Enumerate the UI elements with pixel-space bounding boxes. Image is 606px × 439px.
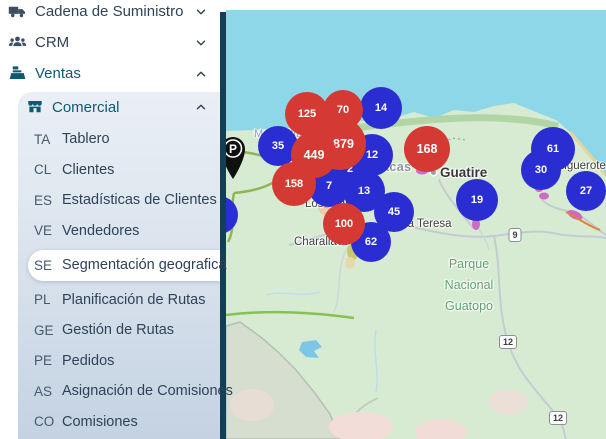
pin-letter: P — [229, 142, 237, 156]
item-label: Segmentación geografica — [62, 257, 226, 273]
cluster-layer: 3514125701213721879449158168613027194562… — [226, 0, 606, 439]
sidebar-item-ventas[interactable]: Ventas — [0, 58, 220, 89]
item-code: TA — [34, 132, 55, 147]
item-label: Clientes — [62, 162, 114, 178]
sidebar-item-crm[interactable]: CRM — [0, 27, 220, 58]
submenu-list: TA Tablero CL Clientes ES Estadísticas de Cli… — [18, 122, 220, 437]
sidebar-item-gesti-n-de-rutas[interactable]: GE Gestión de Rutas — [28, 315, 220, 346]
sidebar-item-segmentaci-n-geografica[interactable]: SESegmentación geografica — [28, 250, 220, 281]
item-label: Tablero — [62, 131, 110, 147]
chevron-up-icon — [194, 67, 208, 81]
sidebar-item-asignaci-n-de-comisiones[interactable]: ASAsignación de Comisiones — [28, 376, 220, 407]
map-canvas[interactable]: MaiquetíaCaracasLos TequesGuatireHiguero… — [226, 0, 606, 439]
item-code: AS — [34, 384, 55, 399]
sidebar-item-label: CRM — [35, 34, 186, 51]
sidebar-item-label: Cadena de Suministro — [35, 3, 186, 20]
item-label: Planificación de Rutas — [62, 292, 205, 308]
sidebar-item-label: Ventas — [35, 65, 186, 82]
sidebar-item-label: Comercial — [52, 99, 186, 116]
item-label: Vendedores — [62, 223, 139, 239]
sidebar: Cadena de Suministro CRM — [0, 0, 220, 439]
item-code: CO — [34, 414, 55, 429]
item-label: Pedidos — [62, 353, 114, 369]
item-label: Gestión de Rutas — [62, 322, 174, 338]
app-window: Cadena de Suministro CRM — [0, 0, 606, 439]
chevron-up-icon — [194, 100, 208, 114]
cluster-marker-red[interactable]: 168 — [404, 126, 450, 172]
sidebar-item-cadena-de-suministro[interactable]: Cadena de Suministro — [0, 0, 220, 27]
cluster-marker-blue[interactable] — [226, 196, 238, 234]
content-edge-strip — [220, 12, 226, 439]
cluster-marker-red[interactable]: 100 — [323, 203, 365, 245]
map-top-strip — [226, 0, 606, 10]
sidebar-item-vendedores[interactable]: VE Vendedores — [28, 216, 220, 247]
chevron-down-icon — [194, 36, 208, 50]
sidebar-item-comisiones[interactable]: CO Comisiones — [28, 407, 220, 438]
storefront-icon — [25, 98, 44, 117]
cluster-marker-red[interactable]: 158 — [272, 162, 316, 206]
sidebar-item-pedidos[interactable]: PE Pedidos — [28, 346, 220, 377]
item-code: ES — [34, 193, 55, 208]
people-icon — [8, 33, 27, 52]
item-code: SE — [34, 258, 55, 273]
cluster-marker-blue[interactable]: 30 — [521, 150, 561, 190]
item-code: PE — [34, 353, 55, 368]
item-label: Asignación de Comisiones — [62, 383, 233, 399]
chevron-down-icon — [194, 5, 208, 19]
truck-icon — [8, 2, 27, 21]
sidebar-item-comercial[interactable]: Comercial — [18, 92, 220, 122]
cluster-marker-blue[interactable]: 19 — [456, 179, 498, 221]
cluster-marker-blue[interactable]: 14 — [360, 87, 402, 129]
sidebar-item-planificaci-n-de-rutas[interactable]: PL Planificación de Rutas — [28, 285, 220, 316]
item-label: Comisiones — [62, 414, 138, 430]
submenu-comercial-group: Comercial TA Tablero CL Clientes ES Estadísti… — [18, 92, 220, 439]
item-code: VE — [34, 223, 55, 238]
item-code: CL — [34, 162, 55, 177]
parking-pin[interactable]: P — [226, 134, 248, 180]
sidebar-item-tablero[interactable]: TA Tablero — [28, 124, 220, 155]
sidebar-item-clientes[interactable]: CL Clientes — [28, 155, 220, 186]
item-label: Estadísticas de Clientes — [62, 192, 217, 208]
item-code: PL — [34, 292, 55, 307]
sidebar-item-estad-sticas-de-clientes[interactable]: ES Estadísticas de Clientes — [28, 185, 220, 216]
cash-register-icon — [8, 64, 27, 83]
cluster-marker-blue[interactable]: 27 — [566, 171, 606, 211]
item-code: GE — [34, 323, 55, 338]
